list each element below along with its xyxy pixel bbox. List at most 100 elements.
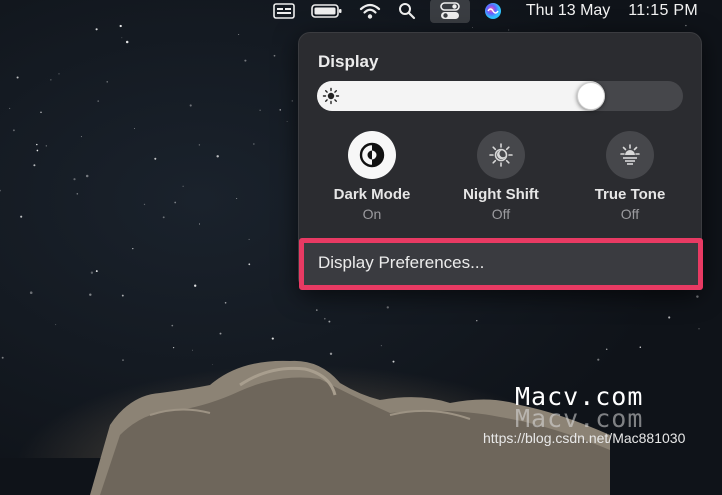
night-shift-button[interactable]	[477, 131, 525, 179]
star	[639, 346, 642, 349]
dark-mode-toggle[interactable]: Dark Mode On	[317, 131, 427, 222]
menubar-date[interactable]: Thu 13 May	[526, 0, 610, 22]
night-shift-state: Off	[491, 206, 511, 222]
star	[162, 216, 165, 219]
star	[192, 349, 194, 351]
star	[472, 27, 473, 29]
dark-mode-state: On	[362, 206, 382, 222]
star	[121, 37, 123, 39]
true-tone-state: Off	[620, 206, 640, 222]
star	[273, 54, 276, 57]
star	[143, 203, 146, 206]
brightness-slider-knob[interactable]	[577, 82, 605, 110]
star	[55, 324, 57, 326]
star	[259, 109, 261, 111]
star	[132, 247, 134, 250]
star	[97, 100, 100, 102]
star	[121, 294, 124, 297]
star	[685, 24, 687, 27]
star	[248, 238, 250, 240]
star	[1, 356, 4, 359]
battery-icon[interactable]	[310, 0, 344, 22]
star	[291, 100, 294, 102]
true-tone-button[interactable]	[606, 131, 654, 179]
star	[219, 332, 222, 335]
star	[696, 295, 699, 298]
display-panel: Display Dark Mode On Night Shift Off Tru…	[298, 32, 703, 290]
star	[80, 136, 82, 138]
star	[315, 309, 318, 311]
star	[324, 317, 326, 320]
dark-mode-label: Dark Mode	[333, 186, 411, 203]
star	[58, 73, 60, 75]
star	[0, 189, 1, 192]
brightness-slider[interactable]	[317, 81, 683, 111]
star	[698, 328, 700, 330]
star	[380, 345, 382, 347]
star	[253, 143, 255, 145]
star	[279, 109, 281, 111]
star	[12, 129, 15, 132]
star	[154, 157, 157, 160]
star	[36, 143, 38, 146]
star	[76, 193, 79, 195]
star	[216, 155, 219, 158]
star	[198, 144, 201, 146]
star	[172, 346, 175, 349]
night-shift-label: Night Shift	[463, 186, 539, 203]
watermark-brand-reflection: Macv.com	[515, 404, 644, 433]
star	[45, 145, 47, 147]
brightness-slider-fill	[317, 81, 605, 111]
star	[386, 306, 389, 309]
dark-mode-button[interactable]	[348, 131, 396, 179]
star	[85, 174, 89, 178]
star	[171, 324, 174, 327]
star	[36, 149, 39, 152]
panel-title: Display	[318, 52, 379, 71]
star	[106, 81, 108, 83]
star	[174, 201, 177, 204]
watermark-url: https://blog.csdn.net/Mac881030	[483, 430, 686, 446]
menu-bar: Thu 13 May 11:15 PM	[0, 0, 722, 23]
star	[119, 24, 122, 28]
display-preferences-item[interactable]: Display Preferences...	[299, 238, 703, 290]
star	[16, 76, 19, 79]
star	[238, 33, 240, 35]
brightness-icon	[322, 87, 340, 105]
display-preferences-label: Display Preferences...	[318, 253, 485, 272]
star	[236, 198, 238, 199]
star	[95, 28, 98, 31]
star	[134, 127, 135, 129]
star	[668, 316, 671, 319]
dark-mode-icon	[359, 142, 385, 168]
night-shift-icon	[489, 143, 513, 167]
star	[508, 29, 510, 31]
star	[182, 185, 184, 187]
spotlight-icon[interactable]	[396, 0, 418, 22]
night-shift-toggle[interactable]: Night Shift Off	[446, 131, 556, 222]
true-tone-toggle[interactable]: True Tone Off	[575, 131, 685, 222]
star	[9, 107, 11, 109]
star	[271, 337, 274, 340]
star	[189, 104, 192, 107]
control-center-icon[interactable]	[429, 0, 470, 23]
star	[40, 111, 42, 114]
star	[89, 293, 92, 296]
display-toggles: Dark Mode On Night Shift Off True Tone O…	[299, 131, 703, 231]
star	[605, 348, 608, 351]
star	[73, 178, 76, 181]
star	[286, 121, 288, 122]
input-menu-icon[interactable]	[270, 0, 298, 22]
wifi-icon[interactable]	[356, 0, 384, 22]
star	[224, 301, 227, 304]
star	[328, 320, 331, 323]
menubar-time[interactable]: 11:15 PM	[628, 0, 698, 22]
star	[125, 40, 129, 44]
star	[50, 79, 52, 81]
star	[33, 164, 36, 167]
star	[95, 270, 98, 273]
star	[248, 263, 251, 266]
true-tone-label: True Tone	[594, 186, 666, 203]
siri-icon[interactable]	[482, 0, 504, 22]
star	[29, 291, 33, 294]
